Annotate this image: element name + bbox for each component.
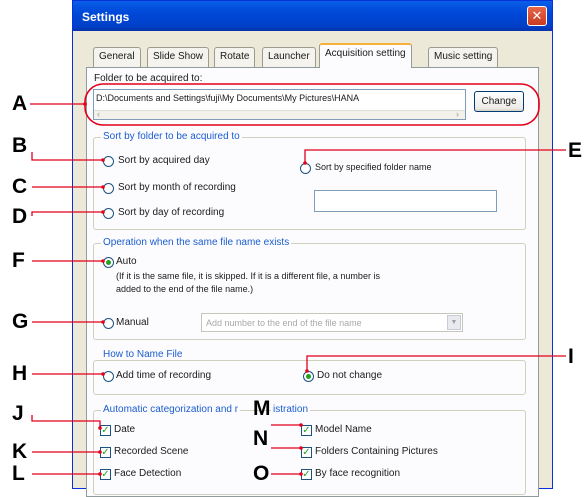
callout-line-d xyxy=(31,211,103,216)
callout-line-i xyxy=(306,355,566,371)
annotation-overlay xyxy=(30,83,566,476)
folder-highlight-outline xyxy=(84,83,540,126)
callout-line-b xyxy=(31,152,103,161)
callout-line-j xyxy=(31,415,101,428)
callout-line-e xyxy=(304,149,566,163)
